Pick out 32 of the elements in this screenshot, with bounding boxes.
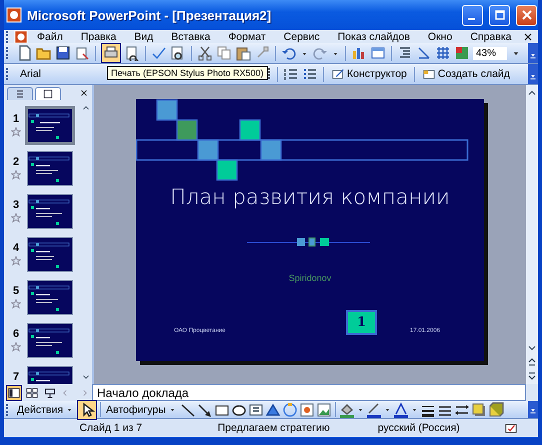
- tooltip: Печать (EPSON Stylus Photo RX500): [107, 66, 268, 80]
- slide-title: План развития компании: [169, 184, 451, 208]
- zoom-field[interactable]: 43%: [473, 46, 507, 60]
- slide-number: 7: [12, 371, 20, 383]
- slide-number: 6: [12, 328, 20, 340]
- menu-item[interactable]: Правка: [72, 30, 126, 42]
- font-field[interactable]: Arial: [17, 67, 103, 81]
- menu-item[interactable]: Формат: [219, 30, 275, 42]
- notes-text: Начало доклада: [97, 386, 189, 400]
- menu-item[interactable]: Показ слайдов: [328, 30, 419, 42]
- menu-item[interactable]: Файл: [28, 30, 72, 42]
- status-text: Предлагаем стратегию: [218, 422, 331, 434]
- menu-item[interactable]: Вид: [125, 30, 162, 42]
- new-slide-button[interactable]: Создать слайд: [420, 67, 512, 81]
- notes-pane[interactable]: Начало доклада: [92, 384, 526, 401]
- slide-number: 5: [12, 285, 20, 297]
- status-text: русский (Россия): [378, 422, 461, 434]
- status-text: Слайд 1 из 7: [78, 422, 144, 434]
- slide-number: 1: [346, 310, 377, 334]
- menu-item[interactable]: Справка: [461, 30, 521, 42]
- window-title: Microsoft PowerPoint - [Презентация2]: [27, 8, 272, 22]
- slide-number: 4: [12, 242, 20, 254]
- menu-item[interactable]: Окно: [418, 30, 462, 42]
- slide-number: 1: [12, 113, 20, 125]
- menu-item[interactable]: Сервис: [274, 30, 329, 42]
- menu-item[interactable]: Вставка: [162, 30, 220, 42]
- autoshapes-menu[interactable]: Автофигуры: [104, 404, 179, 416]
- slide-subtitle: Spiridonov: [288, 272, 332, 282]
- slide-number: 3: [12, 199, 20, 211]
- actions-menu[interactable]: Действия: [15, 404, 76, 416]
- design-button[interactable]: Конструктор: [329, 67, 409, 81]
- slide-number: 2: [12, 156, 20, 168]
